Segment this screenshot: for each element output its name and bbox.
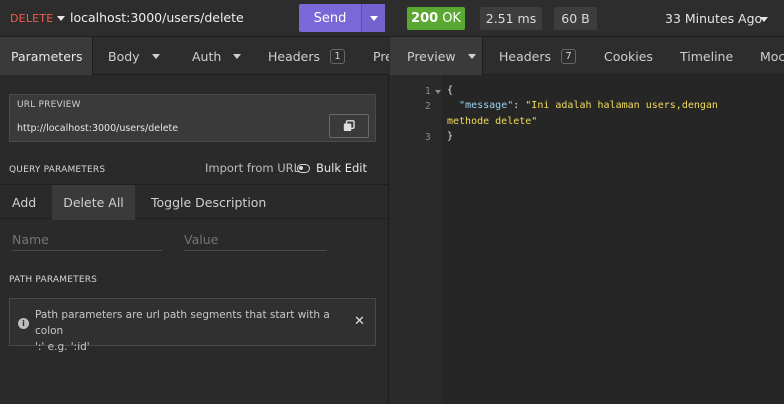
tab-body[interactable]: Body [108,37,160,75]
tab-timeline[interactable]: Timeline [680,37,733,75]
response-pane: Preview Headers 7 Cookies Timeline Moc 1… [390,37,784,404]
import-from-url-button[interactable]: Import from URL [205,161,300,175]
tab-label: Auth [192,48,222,64]
delete-all-button[interactable]: Delete All [52,185,135,220]
send-button[interactable]: Send [299,4,361,32]
bulk-edit-button[interactable]: Bulk Edit [316,161,367,175]
code-line-3: } [447,131,453,142]
request-tabs: Parameters Body Auth Headers 1 Pre [0,37,389,75]
chevron-down-icon [369,15,378,21]
json-key: "message" [459,100,514,111]
tab-label: Headers [499,48,552,64]
send-options-button[interactable] [361,4,385,32]
response-tabs: Preview Headers 7 Cookies Timeline Moc [390,37,784,75]
tab-auth[interactable]: Auth [192,37,242,75]
method-select[interactable]: DELETE [10,12,53,25]
json-colon: : [513,100,526,111]
response-time: 2.51 ms [480,7,542,30]
tab-label: Parameters [11,48,83,64]
tab-label: Moc [760,48,784,64]
info-line: ':' e.g. ':id' [35,341,90,353]
tab-mock[interactable]: Moc [760,37,784,75]
line-gutter: 1 2 3 [390,75,442,404]
chevron-down-icon [233,53,242,59]
response-size: 60 B [554,7,597,30]
brace: } [447,131,454,142]
tab-label: Preview [407,48,456,64]
add-param-button[interactable]: Add [12,185,36,220]
tab-preview[interactable]: Preview [390,37,482,75]
toggle-description-button[interactable]: Toggle Description [151,185,266,220]
brace: { [447,85,454,96]
fold-icon[interactable] [435,90,441,94]
url-preview-title: URL PREVIEW [17,100,81,110]
query-params-actions: Add Delete All Toggle Description [0,184,389,220]
chevron-down-icon[interactable] [57,16,65,21]
info-icon: i [18,318,29,329]
json-value: methode delete" [447,116,538,127]
url-input[interactable]: localhost:3000/users/delete [70,10,244,25]
tab-cookies[interactable]: Cookies [604,37,653,75]
path-params-info: i Path parameters are url path segments … [9,298,376,353]
chevron-down-icon [467,53,476,59]
chevron-down-icon[interactable] [760,17,768,22]
tab-label: Headers [268,48,321,64]
info-text: Path parameters are url path segments th… [35,307,355,355]
param-name-input[interactable] [12,229,162,251]
code-line-2-wrap: methode delete" [447,116,537,127]
code-line-2: "message": "Ini adalah halaman users,den… [447,100,718,111]
tab-label: Body [108,48,140,64]
status-badge: 200 OK [407,7,465,30]
request-bar: DELETE localhost:3000/users/delete Send [0,0,389,37]
line-number: 1 [425,86,431,97]
request-pane: Parameters Body Auth Headers 1 Pre URL P… [0,37,389,404]
toggle-icon[interactable] [297,164,310,173]
tab-label: Timeline [680,48,734,64]
tab-label: Pre [373,48,389,64]
json-value: "Ini adalah halaman users,dengan [525,100,718,111]
tab-parameters[interactable]: Parameters [0,37,92,75]
top-bar: DELETE localhost:3000/users/delete Send … [0,0,784,37]
tab-label: Cookies [604,48,653,64]
chevron-down-icon [151,53,160,59]
query-params-title: QUERY PARAMETERS [9,165,106,175]
param-value-input[interactable] [184,229,327,251]
url-preview-value: http://localhost:3000/users/delete [17,123,179,134]
tab-response-headers[interactable]: Headers 7 [499,37,577,75]
tab-pre-request[interactable]: Pre [373,37,389,75]
history-dropdown[interactable]: 33 Minutes Ago [665,11,762,26]
close-icon[interactable]: ✕ [354,314,365,329]
info-line: Path parameters are url path segments th… [35,309,330,337]
status-text: OK [442,11,461,26]
tab-headers[interactable]: Headers 1 [268,37,346,75]
line-number: 3 [425,132,431,143]
copy-button[interactable] [329,114,369,138]
count-badge: 1 [330,48,346,64]
path-params-title: PATH PARAMETERS [9,275,98,285]
code-line-1: { [447,85,453,96]
copy-icon [343,120,355,131]
status-code: 200 [411,11,439,26]
count-badge: 7 [561,48,577,64]
url-preview-box: URL PREVIEW http://localhost:3000/users/… [9,94,376,142]
line-number: 2 [425,101,431,112]
